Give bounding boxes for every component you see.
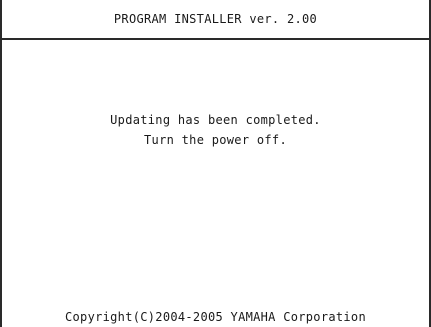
title-bar: PROGRAM INSTALLER ver. 2.00: [2, 0, 429, 40]
footer: Copyright(C)2004-2005 YAMAHA Corporation: [2, 306, 429, 325]
completion-message: Updating has been completed.: [110, 113, 321, 127]
installer-title: PROGRAM INSTALLER ver. 2.00: [113, 12, 318, 26]
power-off-instruction: Turn the power off.: [144, 133, 287, 147]
copyright-notice: Copyright(C)2004-2005 YAMAHA Corporation: [65, 310, 366, 324]
installer-screen: PROGRAM INSTALLER ver. 2.00 Updating has…: [0, 0, 431, 327]
status-message: Updating has been completed. Turn the po…: [2, 110, 429, 150]
